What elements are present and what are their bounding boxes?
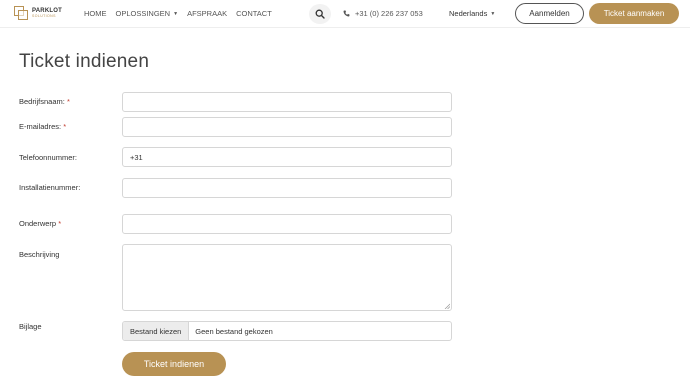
attachment-label: Bijlage: [19, 322, 42, 331]
main-nav: HOME OPLOSSINGEN ▼ AFSPRAAK CONTACT: [84, 9, 281, 18]
logo[interactable]: PARKLOT SOLUTIONS: [14, 6, 62, 20]
phone-field[interactable]: +31: [122, 147, 452, 167]
installation-label: Installatienummer:: [19, 183, 81, 192]
attachment-file-input[interactable]: Bestand kiezen Geen bestand gekozen: [122, 321, 452, 341]
email-label: E-mailadres: *: [19, 122, 66, 131]
phone-link[interactable]: +31 (0) 226 237 053: [343, 9, 423, 18]
required-mark: *: [58, 219, 62, 228]
language-select[interactable]: Nederlands ▼: [449, 9, 495, 18]
company-label-text: Bedrijfsnaam:: [19, 97, 65, 106]
phone-icon: [343, 10, 350, 17]
login-button[interactable]: Aanmelden: [515, 3, 584, 24]
search-button[interactable]: [309, 4, 331, 24]
required-mark: *: [66, 97, 70, 106]
company-label: Bedrijfsnaam: *: [19, 97, 70, 106]
nav-oplossingen[interactable]: OPLOSSINGEN ▼: [116, 9, 179, 18]
site-header: PARKLOT SOLUTIONS HOME OPLOSSINGEN ▼ AFS…: [0, 0, 690, 28]
page-title: Ticket indienen: [19, 51, 150, 72]
email-label-text: E-mailadres:: [19, 122, 62, 131]
subject-field[interactable]: [122, 214, 452, 234]
installation-field[interactable]: [122, 178, 452, 198]
subject-label: Onderwerp *: [19, 219, 61, 228]
language-label: Nederlands: [449, 9, 488, 18]
email-field[interactable]: [122, 117, 452, 137]
submit-ticket-button[interactable]: Ticket indienen: [122, 352, 226, 376]
chevron-down-icon: ▼: [173, 10, 179, 17]
chevron-down-icon: ▼: [490, 10, 496, 17]
search-icon: [315, 9, 325, 19]
logo-subtitle: SOLUTIONS: [32, 13, 56, 18]
required-mark: *: [63, 122, 67, 131]
company-field[interactable]: [122, 92, 452, 112]
description-textarea[interactable]: [122, 244, 452, 311]
resize-grip-icon[interactable]: [444, 303, 450, 309]
subject-label-text: Onderwerp: [19, 219, 57, 228]
logo-name: PARKLOT: [32, 7, 62, 14]
description-label: Beschrijving: [19, 250, 60, 259]
nav-oplossingen-label: OPLOSSINGEN: [115, 9, 171, 18]
nav-home[interactable]: HOME: [84, 9, 107, 18]
file-status: Geen bestand gekozen: [195, 326, 273, 336]
choose-file-button[interactable]: Bestand kiezen: [123, 322, 190, 340]
nav-afspraak[interactable]: AFSPRAAK: [187, 9, 227, 18]
nav-contact[interactable]: CONTACT: [236, 9, 272, 18]
phone-label: Telefoonnummer:: [19, 153, 77, 162]
logo-icon: [14, 6, 28, 20]
phone-number: +31 (0) 226 237 053: [355, 9, 423, 18]
phone-field-value: +31: [130, 152, 143, 162]
create-ticket-button[interactable]: Ticket aanmaken: [589, 3, 679, 24]
